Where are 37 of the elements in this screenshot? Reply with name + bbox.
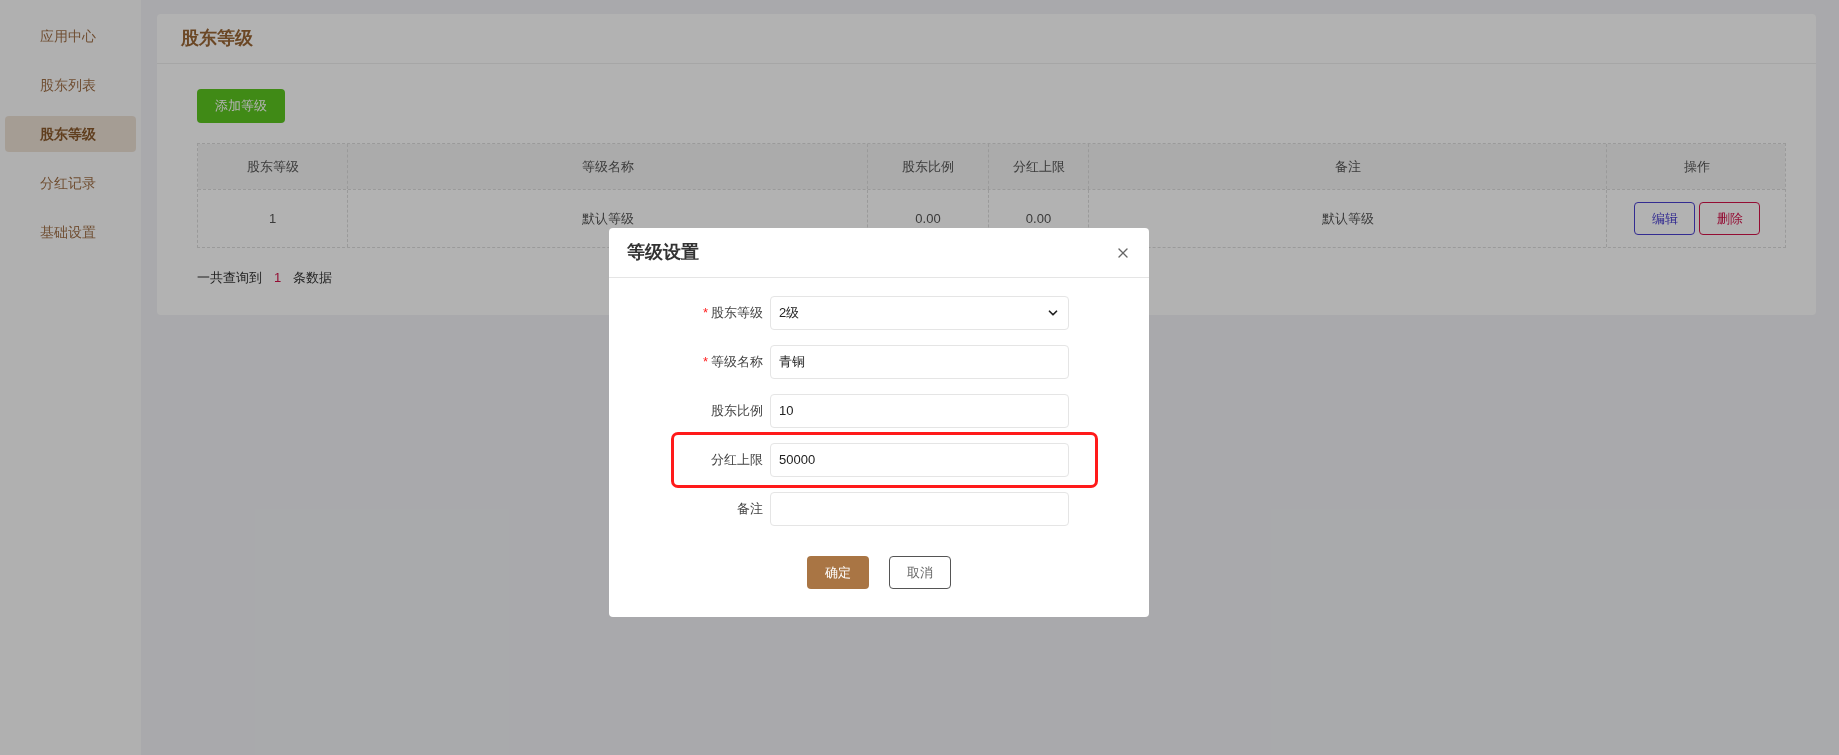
- table-cell-text: 默认等级: [1321, 209, 1374, 228]
- column-header: 股东等级: [246, 157, 299, 176]
- field-label: 分红上限: [711, 451, 763, 470]
- sidebar-item[interactable]: 分红记录: [5, 165, 136, 201]
- cancel-button[interactable]: 取消: [889, 556, 951, 589]
- required-mark: *: [702, 304, 708, 323]
- column-header: 股东比例: [902, 157, 954, 176]
- input-field[interactable]: [770, 492, 1069, 526]
- edit-button[interactable]: 编辑: [1634, 202, 1695, 235]
- field-label: 股东比例: [711, 402, 763, 421]
- summary-text: 一共查询到: [197, 269, 262, 287]
- column-header: 等级名称: [581, 157, 634, 176]
- result-count: 1: [274, 269, 282, 287]
- sidebar-item[interactable]: 股东列表: [5, 67, 136, 103]
- dialog-title: 等级设置: [627, 241, 699, 264]
- confirm-button[interactable]: 确定: [807, 556, 869, 589]
- field-label: 等级名称: [711, 353, 763, 372]
- table-cell-text: 0.00: [915, 209, 941, 228]
- delete-button[interactable]: 删除: [1699, 202, 1760, 235]
- page-title: 股东等级: [181, 27, 253, 50]
- input-field[interactable]: 10: [770, 394, 1069, 428]
- table-cell-text: 默认等级: [581, 209, 634, 228]
- column-header: 操作: [1684, 157, 1710, 176]
- input-field[interactable]: 青铜: [770, 345, 1069, 379]
- input-field[interactable]: 50000: [770, 443, 1069, 477]
- column-header: 备注: [1334, 157, 1361, 176]
- select-field[interactable]: 2级: [770, 296, 1069, 330]
- required-mark: *: [702, 353, 708, 372]
- sidebar-item[interactable]: 应用中心: [5, 18, 136, 54]
- field-label: 备注: [737, 500, 763, 519]
- column-header: 分红上限: [1012, 157, 1065, 176]
- table-cell-text: 0.00: [1025, 209, 1052, 228]
- field-label: 股东等级: [711, 304, 763, 323]
- sidebar-item[interactable]: 基础设置: [5, 214, 136, 250]
- table-cell-text: 1: [268, 209, 277, 228]
- sidebar-item[interactable]: 股东等级: [5, 116, 136, 152]
- summary-text: 条数据: [293, 269, 333, 287]
